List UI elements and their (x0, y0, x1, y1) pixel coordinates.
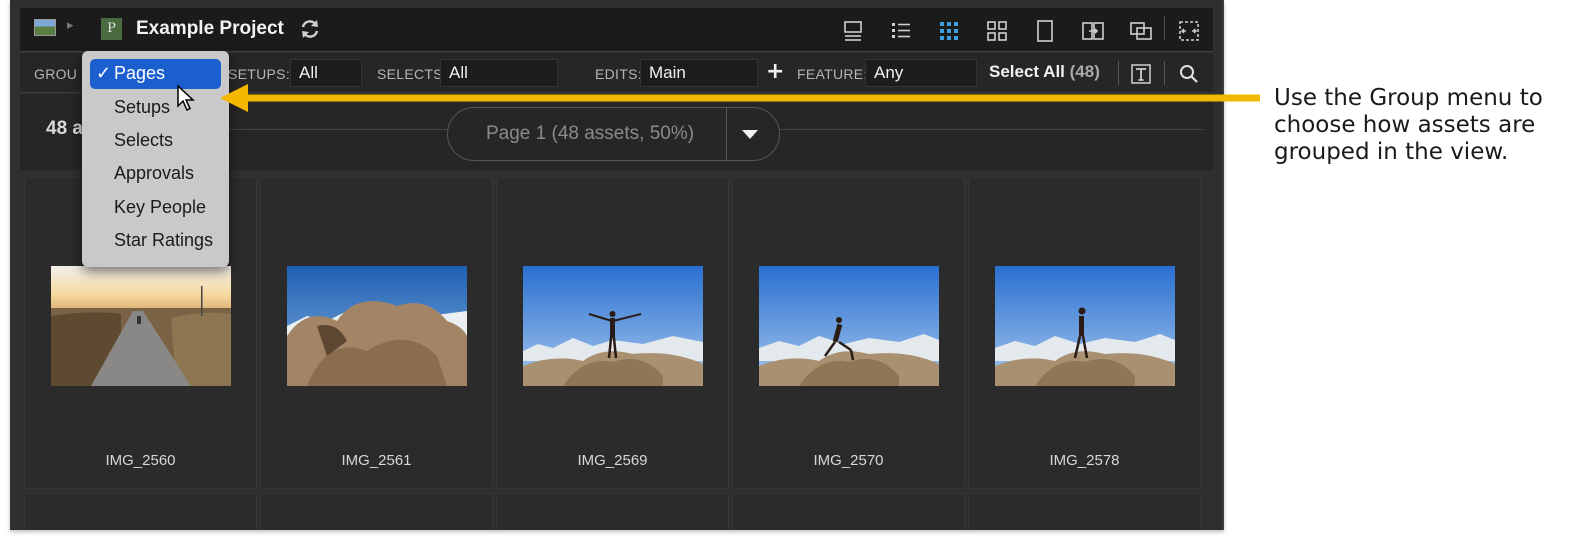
fullscreen-icon[interactable] (1176, 18, 1202, 44)
asset-name: IMG_2570 (813, 452, 884, 469)
select-all-label: Select All (989, 62, 1065, 81)
group-label[interactable]: GROU (34, 66, 77, 82)
menu-item-label: Setups (114, 97, 171, 117)
asset-name: IMG_2560 (105, 452, 176, 469)
asset-thumbnail[interactable] (759, 266, 939, 386)
asset-card[interactable] (496, 493, 729, 530)
checkmark-icon: ✓ (96, 63, 112, 83)
list-view-icon[interactable] (888, 18, 914, 44)
asset-name: IMG_2561 (341, 452, 412, 469)
menu-item-key-people[interactable]: Key People (90, 193, 221, 223)
asset-card[interactable] (24, 493, 257, 530)
annotation-callout: Use the Group menu to choose how assets … (1274, 85, 1543, 165)
asset-card[interactable]: IMG_2561 (260, 177, 493, 489)
menu-item-label: Key People (114, 197, 207, 217)
menu-item-label: Pages (114, 63, 166, 83)
menu-item-star-ratings[interactable]: Star Ratings (90, 226, 221, 256)
asset-thumbnail[interactable] (523, 266, 703, 386)
asset-card[interactable] (260, 493, 493, 530)
menu-item-setups[interactable]: Setups (90, 93, 221, 123)
asset-thumbnail[interactable] (287, 266, 467, 386)
select-all-button[interactable]: Select All (48) (989, 62, 1100, 82)
asset-card[interactable]: IMG_2569 (496, 177, 729, 489)
title-bar: ▸ P Example Project (20, 8, 1213, 52)
asset-thumbnail[interactable] (51, 266, 231, 386)
asset-name: IMG_2578 (1049, 452, 1120, 469)
group-menu: ✓ Pages Setups Selects Approvals Key Peo… (82, 51, 229, 267)
menu-item-label: Star Ratings (114, 230, 214, 250)
overlay-view-icon[interactable] (1128, 18, 1154, 44)
sync-icon[interactable] (299, 18, 321, 40)
page-label: Page 1 (48 assets, 50%) (486, 123, 695, 144)
select-all-count: (48) (1069, 62, 1100, 81)
asset-name: IMG_2569 (577, 452, 648, 469)
asset-card[interactable] (968, 493, 1201, 530)
asset-card[interactable]: IMG_2578 (968, 177, 1201, 489)
project-title: Example Project (136, 18, 284, 39)
toolbar-divider (1164, 16, 1165, 40)
project-thumbnail-icon[interactable] (34, 19, 56, 36)
menu-item-label: Selects (114, 130, 174, 150)
compare-view-icon[interactable] (1080, 18, 1106, 44)
mouse-pointer-icon (177, 84, 195, 112)
project-badge: P (101, 18, 122, 40)
menu-item-approvals[interactable]: Approvals (90, 159, 221, 189)
details-view-icon[interactable] (840, 18, 866, 44)
asset-card[interactable]: IMG_2570 (732, 177, 965, 489)
asset-card[interactable] (732, 493, 965, 530)
menu-item-label: Approvals (114, 163, 195, 183)
caret-down-icon[interactable] (742, 130, 758, 139)
annotation-arrow (220, 84, 1260, 112)
asset-count: 48 a (46, 118, 83, 139)
small-grid-view-icon[interactable] (936, 18, 962, 44)
breadcrumb-chevron-icon: ▸ (67, 18, 74, 33)
menu-item-pages[interactable]: ✓ Pages (90, 59, 221, 89)
single-view-icon[interactable] (1032, 18, 1058, 44)
asset-thumbnail[interactable] (995, 266, 1175, 386)
large-grid-view-icon[interactable] (984, 18, 1010, 44)
menu-item-selects[interactable]: Selects (90, 126, 221, 156)
